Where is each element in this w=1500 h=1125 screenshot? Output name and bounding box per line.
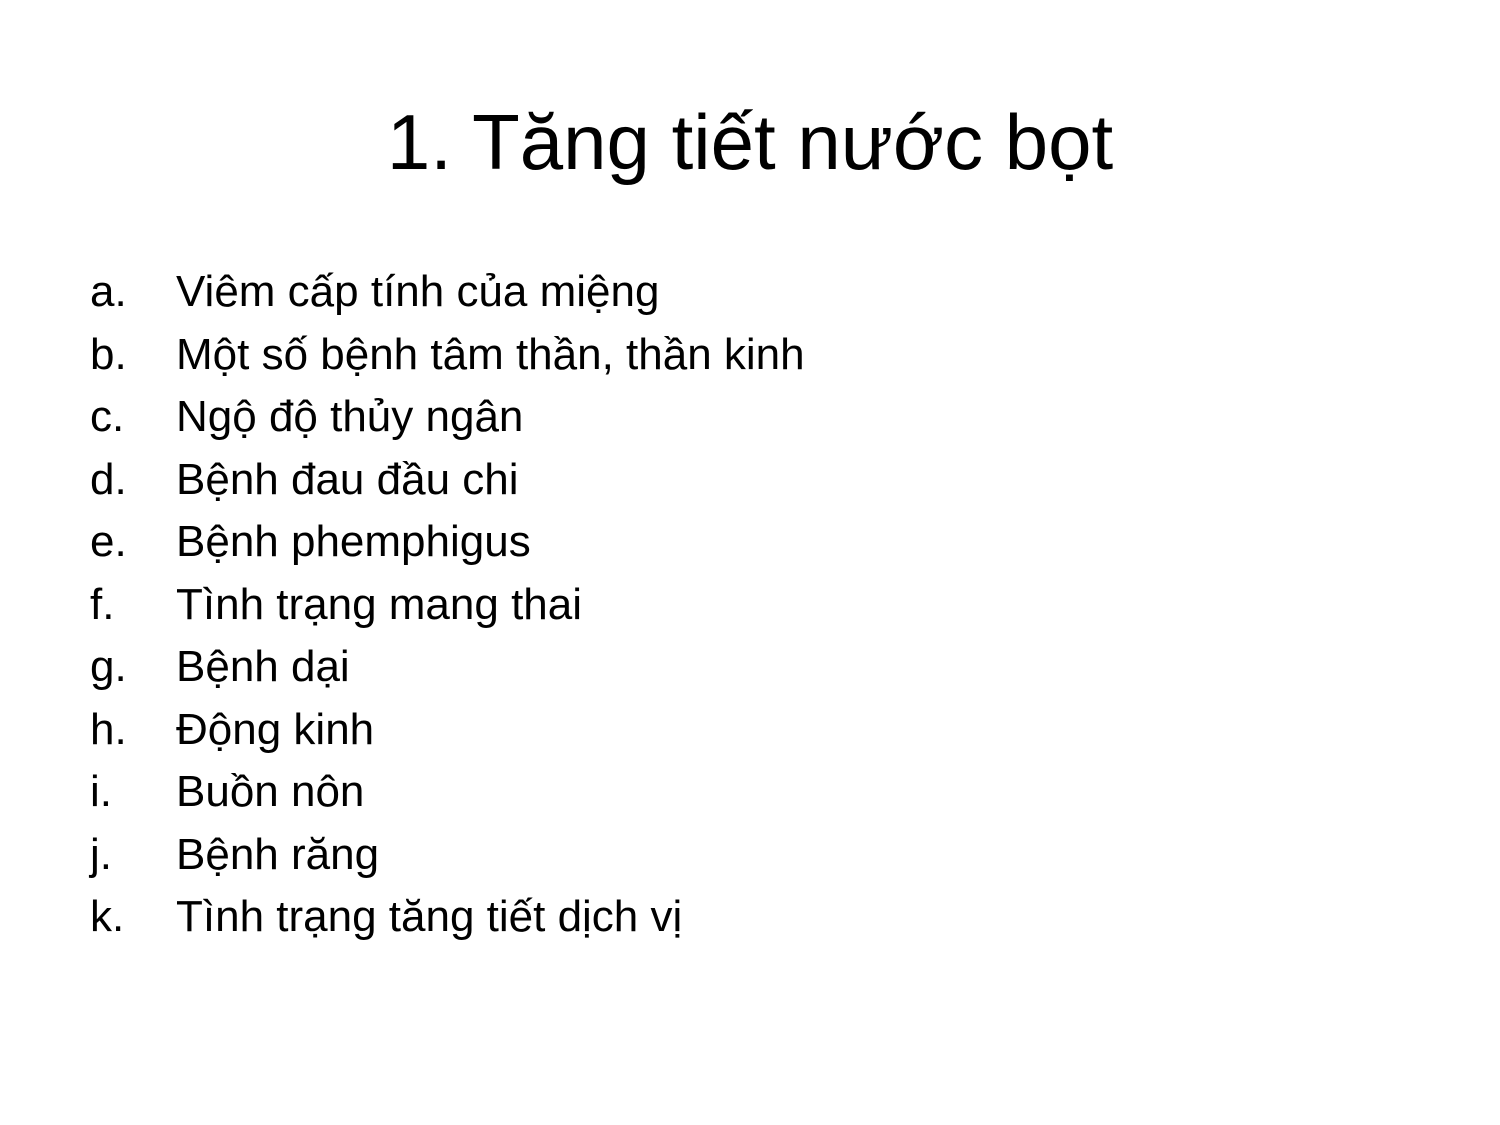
list-item-text: Buồn nôn bbox=[176, 767, 365, 816]
list-item-marker: k. bbox=[90, 892, 125, 941]
list-item: f. Tình trạng mang thai bbox=[90, 574, 805, 637]
list-item-text: Một số bệnh tâm thần, thần kinh bbox=[176, 329, 805, 379]
list-item-text: Viêm cấp tính của miệng bbox=[176, 267, 660, 316]
list-item-text: Động kinh bbox=[176, 704, 375, 754]
list-item: e. Bệnh phemphigus bbox=[90, 511, 805, 574]
list-item: h. Động kinh bbox=[90, 699, 805, 762]
list-item-marker: g. bbox=[90, 642, 127, 691]
list-item: g. Bệnh dại bbox=[90, 636, 805, 699]
list-item-marker: c. bbox=[90, 392, 125, 441]
list-item: j. Bệnh răng bbox=[90, 824, 805, 887]
list-item-text: Tình trạng mang thai bbox=[176, 579, 583, 629]
list-item-text: Bệnh răng bbox=[176, 829, 380, 879]
list-item-marker: e. bbox=[90, 517, 127, 566]
list-item: c. Ngộ độ thủy ngân bbox=[90, 386, 805, 449]
list-item-text: Bệnh phemphigus bbox=[176, 517, 531, 566]
list-item-marker: a. bbox=[90, 267, 127, 316]
list-item-text: Bệnh dại bbox=[176, 642, 350, 691]
list-item-marker: b. bbox=[90, 329, 127, 379]
slide: 1. Tăng tiết nước bọt a. Viêm cấp tính củ… bbox=[0, 0, 1500, 1125]
list-item: i. Buồn nôn bbox=[90, 761, 805, 824]
list-item-marker: j. bbox=[90, 829, 112, 879]
list-item-text: Bệnh đau đầu chi bbox=[176, 454, 519, 504]
list-item: k. Tình trạng tăng tiết dịch vị bbox=[90, 886, 805, 949]
item-list: a. Viêm cấp tính của miệng b. Một số bệnh … bbox=[90, 261, 805, 949]
list-item-marker: h. bbox=[90, 704, 127, 754]
list-item-text: Ngộ độ thủy ngân bbox=[176, 392, 524, 441]
list-item: d. Bệnh đau đầu chi bbox=[90, 449, 805, 512]
list-item: b. Một số bệnh tâm thần, thần kinh bbox=[90, 324, 805, 387]
list-item: a. Viêm cấp tính của miệng bbox=[90, 261, 805, 324]
list-item-marker: i. bbox=[90, 767, 112, 816]
list-item-text: Tình trạng tăng tiết dịch vị bbox=[176, 892, 683, 941]
list-item-marker: d. bbox=[90, 454, 127, 504]
list-item-marker: f. bbox=[90, 579, 115, 629]
slide-title: 1. Tăng tiết nước bọt bbox=[386, 98, 1114, 186]
